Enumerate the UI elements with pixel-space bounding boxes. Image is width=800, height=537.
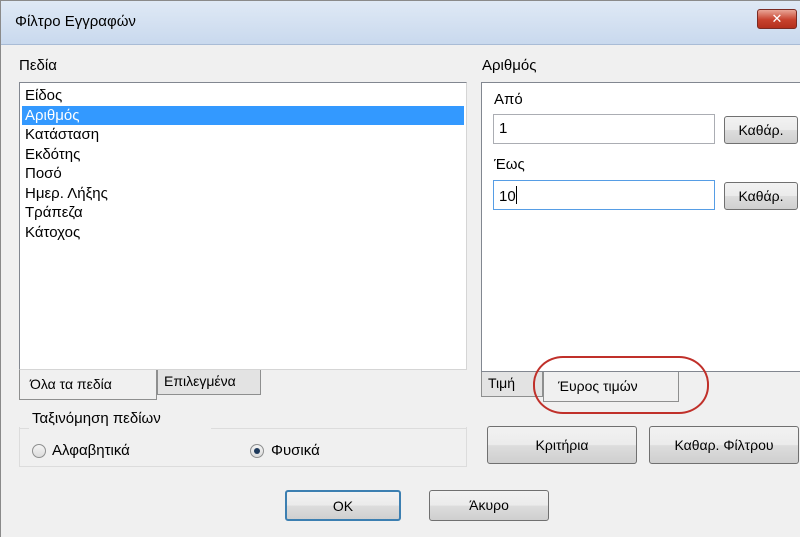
- tab-all-fields-label: Όλα τα πεδία: [30, 376, 112, 392]
- fields-label: Πεδία: [19, 57, 57, 74]
- ok-button[interactable]: OK: [285, 490, 401, 521]
- list-item[interactable]: Εκδότης: [22, 145, 464, 165]
- clear-to-label: Καθάρ.: [738, 188, 784, 204]
- from-input[interactable]: 1: [493, 114, 715, 144]
- clear-from-label: Καθάρ.: [738, 122, 784, 138]
- radio-alphabetical-label[interactable]: Αλφαβητικά: [52, 442, 130, 459]
- tab-all-fields[interactable]: Όλα τα πεδία: [19, 370, 157, 400]
- tab-value-range-label: Έυρος τιμών: [558, 378, 638, 394]
- list-item[interactable]: Ποσό: [22, 164, 464, 184]
- list-item-selected[interactable]: Αριθμός: [22, 105, 464, 125]
- list-item[interactable]: Τράπεζα: [22, 203, 464, 223]
- tab-value[interactable]: Τιμή: [481, 372, 543, 397]
- tab-value-label: Τιμή: [488, 375, 515, 391]
- clear-to-button[interactable]: Καθάρ.: [724, 182, 798, 210]
- close-icon: ✕: [771, 11, 783, 26]
- close-button[interactable]: ✕: [757, 9, 797, 29]
- filter-dialog: Φίλτρο Εγγραφών ✕ Πεδία Είδος Αριθμός Κα…: [0, 0, 800, 537]
- text-caret: [515, 186, 517, 204]
- list-item[interactable]: Είδος: [22, 86, 464, 106]
- clear-filter-button[interactable]: Καθαρ. Φίλτρου: [649, 426, 799, 464]
- clear-filter-button-label: Καθαρ. Φίλτρου: [674, 437, 774, 453]
- criteria-button[interactable]: Κριτήρια: [487, 426, 637, 464]
- tab-selected-fields-label: Επιλεγμένα: [164, 373, 236, 389]
- window-title: Φίλτρο Εγγραφών: [15, 13, 136, 30]
- list-item[interactable]: Κατάσταση: [22, 125, 464, 145]
- list-item[interactable]: Ημερ. Λήξης: [22, 184, 464, 204]
- cancel-button[interactable]: Άκυρο: [429, 490, 549, 521]
- to-input-value: 10: [499, 188, 516, 205]
- to-label: Έως: [494, 156, 525, 173]
- criteria-button-label: Κριτήρια: [535, 437, 589, 453]
- radio-natural-label[interactable]: Φυσικά: [271, 442, 320, 459]
- radio-alphabetical[interactable]: [32, 444, 46, 458]
- sorting-group-label: Ταξινόμηση πεδίων: [29, 410, 164, 427]
- tab-selected-fields[interactable]: Επιλεγμένα: [157, 370, 261, 395]
- clear-from-button[interactable]: Καθάρ.: [724, 116, 798, 144]
- fields-listbox[interactable]: Είδος Αριθμός Κατάσταση Εκδότης Ποσό Ημε…: [19, 82, 467, 370]
- to-input[interactable]: 10: [493, 180, 715, 210]
- from-label: Από: [494, 91, 523, 108]
- radio-natural[interactable]: [250, 444, 264, 458]
- range-field-label: Αριθμός: [482, 57, 537, 74]
- ok-button-label: OK: [332, 498, 354, 514]
- cancel-button-label: Άκυρο: [469, 497, 509, 513]
- list-item[interactable]: Κάτοχος: [22, 223, 464, 243]
- title-bar[interactable]: Φίλτρο Εγγραφών ✕: [1, 1, 800, 45]
- from-input-value: 1: [499, 120, 508, 137]
- tab-value-range[interactable]: Έυρος τιμών: [543, 372, 679, 402]
